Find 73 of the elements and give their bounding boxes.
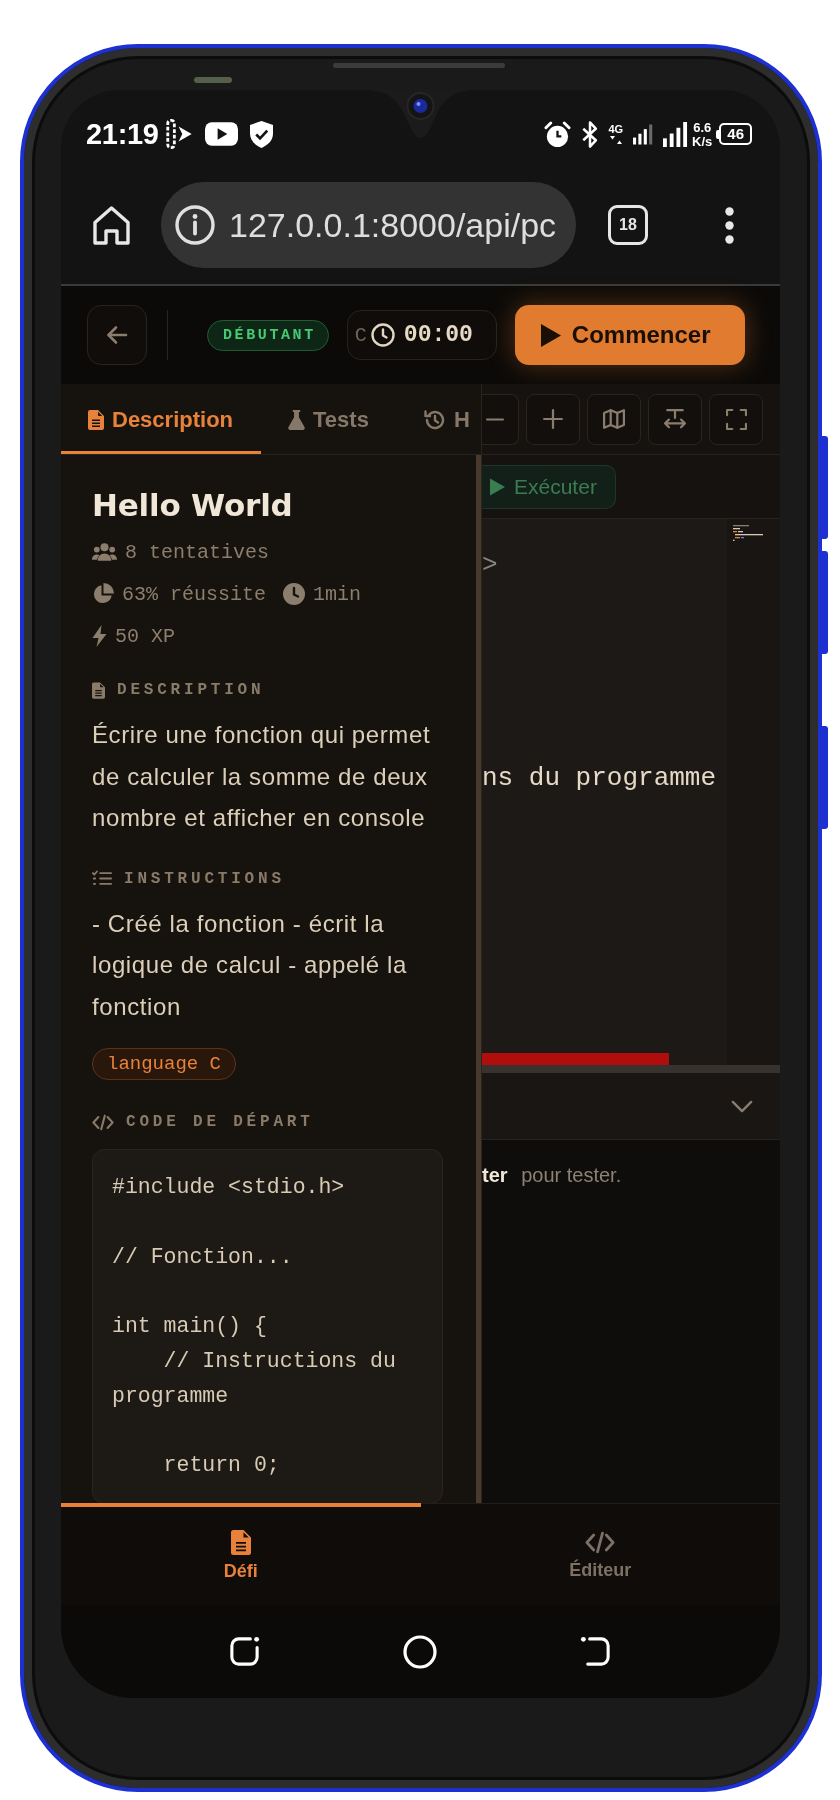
fullscreen-icon	[725, 408, 747, 430]
lightning-bolt-icon	[92, 625, 107, 647]
code-line: >	[482, 549, 498, 582]
status-time: 21:19	[86, 117, 159, 151]
flask-icon	[288, 409, 306, 430]
clock-icon	[370, 323, 395, 347]
network-type-label: 4G	[608, 124, 624, 135]
chevron-down-icon[interactable]	[731, 1099, 753, 1113]
fullscreen-button[interactable]	[709, 393, 763, 445]
section-heading: DESCRIPTION	[117, 681, 265, 699]
minimap-lines-drawing	[733, 525, 763, 541]
word-wrap-button[interactable]	[648, 393, 702, 445]
level-badge: DÉBUTANT	[207, 319, 329, 351]
signal-strength-icon	[663, 121, 689, 147]
address-bar[interactable]: 127.0.0.1:8000/api/pc	[161, 182, 576, 268]
section-heading: CODE DE DÉPART	[126, 1113, 314, 1131]
bluetooth-icon	[581, 120, 600, 148]
pie-chart-icon	[92, 583, 114, 605]
document-icon	[230, 1530, 251, 1555]
menu-icon[interactable]	[725, 206, 734, 244]
panel-tab[interactable]: H	[396, 384, 470, 454]
minimap-toggle-button[interactable]	[587, 393, 641, 445]
bottom-nav-tab[interactable]: Éditeur	[420, 1503, 780, 1605]
panel-tab[interactable]: Tests	[261, 384, 397, 454]
video-app-icon	[204, 122, 238, 146]
battery-indicator: 46	[716, 123, 752, 145]
front-sensor	[194, 77, 232, 83]
back-button[interactable]	[87, 305, 147, 365]
play-icon	[540, 323, 561, 347]
home-icon[interactable]	[93, 205, 130, 245]
code-line: ns du programme	[482, 762, 717, 795]
xp-reward: 50 XP	[115, 624, 175, 648]
panel-tab[interactable]: Description	[61, 384, 262, 454]
back-arrow-icon	[105, 323, 129, 347]
text-width-icon	[664, 409, 686, 429]
duration-text: 1min	[313, 582, 362, 606]
network-speed-unit: K/s	[692, 134, 713, 148]
play-icon	[490, 477, 505, 496]
timer-text: 00:00	[403, 322, 473, 348]
section-text: - Créé la fonction - écrit la logique de calcul - appelé la fonction	[92, 908, 408, 1022]
data-arrows-icon	[609, 136, 622, 144]
challenge-title: Hello World	[92, 486, 294, 525]
info-icon	[175, 205, 215, 245]
output-message: ter pour tester.	[482, 1163, 623, 1188]
plus-icon	[543, 409, 563, 429]
success-rate: 63% réussite	[122, 582, 267, 606]
shield-check-icon	[249, 120, 273, 148]
language-label: C	[354, 323, 367, 347]
tab-switcher-button[interactable]: 18	[608, 205, 648, 245]
code-icon	[585, 1531, 616, 1554]
history-icon	[423, 408, 446, 431]
url-text: 127.0.0.1:8000/api/pc	[229, 205, 557, 245]
starter-code-block: #include <stdio.h> // Fonction... int main() { // Instructions du programme return 0;	[92, 1149, 443, 1503]
language-tag: language C	[92, 1048, 237, 1080]
document-icon	[88, 409, 104, 430]
minus-icon	[486, 417, 504, 421]
network-speed-value: 6.6	[693, 120, 712, 134]
clock-icon	[283, 583, 306, 605]
start-button[interactable]: Commencer	[514, 305, 745, 365]
zoom-in-button[interactable]	[526, 393, 580, 445]
section-heading: INSTRUCTIONS	[124, 869, 285, 888]
notification-app-icon	[165, 119, 193, 149]
code-icon	[92, 1113, 114, 1131]
run-button[interactable]: Exécuter	[482, 464, 616, 509]
alarm-clock-icon	[544, 120, 572, 148]
back-icon[interactable]	[578, 1635, 612, 1668]
users-icon	[92, 542, 117, 562]
attempts-count: 8 tentatives	[125, 540, 270, 564]
document-icon	[92, 681, 105, 699]
checklist-icon	[92, 870, 112, 887]
map-icon	[603, 409, 625, 429]
recent-apps-icon[interactable]	[227, 1635, 261, 1668]
section-text: Écrire une fonction qui permet de calculer la somme de deux nombre et afficher en console	[92, 720, 432, 833]
